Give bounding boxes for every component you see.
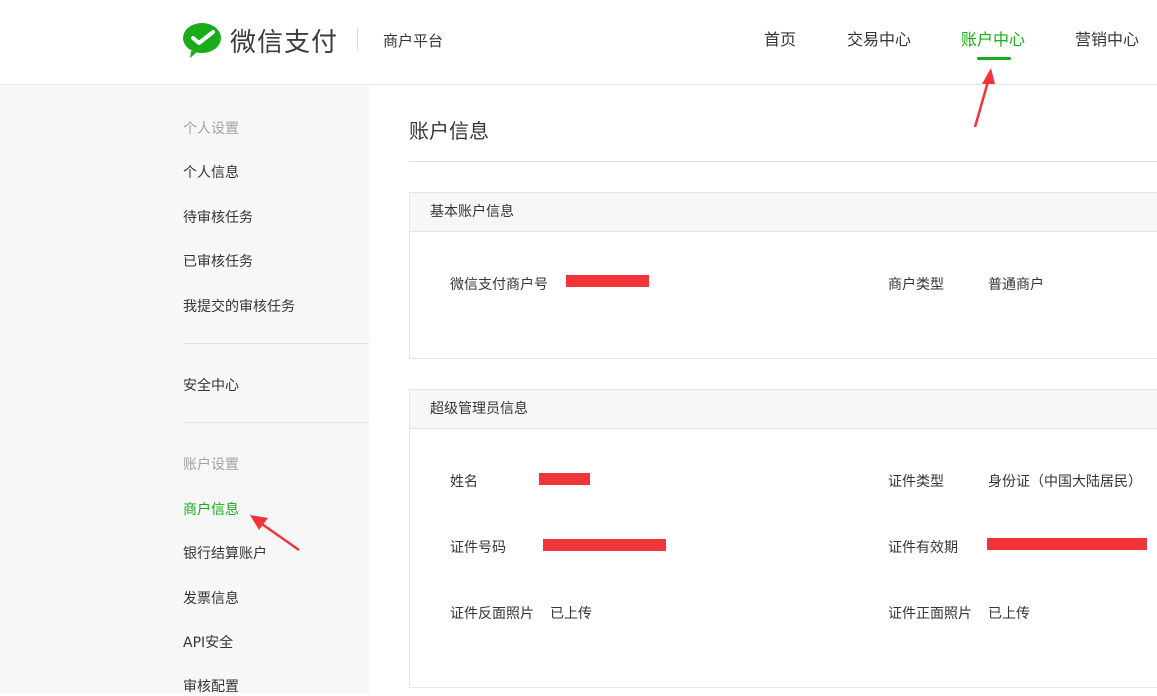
sidebar-group-personal-settings: 个人设置 bbox=[183, 121, 239, 137]
logo-text: 微信支付 bbox=[230, 27, 339, 58]
id-back-photo-label: 证件反面照片 bbox=[450, 606, 534, 622]
id-validity-redacted-value bbox=[987, 538, 1147, 550]
sidebar-divider bbox=[183, 422, 369, 423]
id-front-photo-value: 已上传 bbox=[988, 606, 1030, 622]
id-front-photo-label: 证件正面照片 bbox=[888, 606, 972, 622]
platform-name: 商户平台 bbox=[383, 32, 444, 50]
id-number-label: 证件号码 bbox=[450, 540, 506, 556]
sidebar-item-security-center[interactable]: 安全中心 bbox=[183, 375, 239, 395]
sidebar-item-personal-info[interactable]: 个人信息 bbox=[183, 162, 239, 182]
basic-account-panel-title: 基本账户信息 bbox=[410, 193, 1157, 232]
annotation-arrow-icon bbox=[250, 515, 300, 552]
sidebar-item-my-submitted-reviews[interactable]: 我提交的审核任务 bbox=[183, 296, 295, 316]
id-validity-label: 证件有效期 bbox=[888, 540, 958, 556]
sidebar-divider bbox=[183, 343, 369, 344]
wechat-pay-logo[interactable]: 微信支付 bbox=[182, 20, 338, 60]
sidebar-item-reviewed[interactable]: 已审核任务 bbox=[183, 251, 253, 271]
annotation-arrow-icon bbox=[973, 68, 995, 128]
super-admin-panel-title: 超级管理员信息 bbox=[410, 390, 1157, 429]
nav-marketing-center[interactable]: 营销中心 bbox=[1075, 26, 1139, 50]
sidebar-item-review-config[interactable]: 审核配置 bbox=[183, 676, 239, 696]
name-label: 姓名 bbox=[450, 474, 478, 490]
id-number-redacted-value bbox=[543, 539, 666, 551]
merchant-id-label: 微信支付商户号 bbox=[450, 277, 548, 293]
nav-home[interactable]: 首页 bbox=[764, 26, 796, 50]
id-back-photo-value: 已上传 bbox=[550, 606, 592, 622]
sidebar-group-account-settings: 账户设置 bbox=[183, 457, 239, 473]
page-title: 账户信息 bbox=[409, 119, 489, 143]
nav-transaction-center[interactable]: 交易中心 bbox=[847, 26, 911, 50]
sidebar-item-api-security[interactable]: API安全 bbox=[183, 632, 233, 652]
sidebar-item-pending-review[interactable]: 待审核任务 bbox=[183, 207, 253, 227]
nav-account-center[interactable]: 账户中心 bbox=[961, 26, 1025, 50]
merchant-type-value: 普通商户 bbox=[988, 277, 1044, 293]
active-nav-underline bbox=[977, 57, 1011, 60]
sidebar-item-merchant-info[interactable]: 商户信息 bbox=[183, 499, 239, 519]
title-divider bbox=[409, 161, 1157, 162]
name-redacted-value bbox=[539, 473, 590, 485]
sidebar-item-invoice-info[interactable]: 发票信息 bbox=[183, 588, 239, 608]
wechat-pay-logo-icon bbox=[183, 23, 221, 58]
id-type-value: 身份证（中国大陆居民） bbox=[988, 474, 1142, 490]
id-type-label: 证件类型 bbox=[888, 474, 944, 490]
merchant-type-label: 商户类型 bbox=[888, 277, 944, 293]
merchant-id-redacted-value bbox=[566, 275, 649, 287]
logo-divider bbox=[357, 28, 358, 50]
